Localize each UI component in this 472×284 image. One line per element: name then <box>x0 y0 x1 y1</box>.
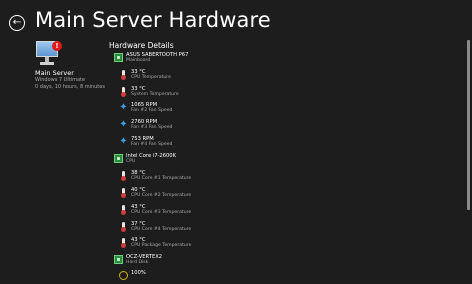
server-uptime: 0 days, 10 hours, 8 minutes <box>35 84 105 90</box>
server-name: Main Server <box>35 69 74 77</box>
server-os: Windows 7 Ultimate <box>35 77 86 83</box>
thermometer-icon <box>119 222 128 232</box>
thermometer-icon <box>119 171 128 181</box>
list-item: OCZ-VERTEX2 Hard Disk <box>114 254 162 268</box>
load-gauge-icon <box>119 271 128 280</box>
server-card[interactable]: ! Main Server Windows 7 Ultimate 0 days,… <box>35 41 105 91</box>
thermometer-icon <box>119 70 128 80</box>
list-item: Intel Core i7-2600K CPU <box>114 153 176 167</box>
thermometer-icon <box>119 238 128 248</box>
thermometer-icon <box>119 205 128 215</box>
back-button[interactable]: ← <box>9 15 25 31</box>
list-item: ASUS SABERTOOTH P67 Mainboard <box>114 52 188 66</box>
list-item: ✦ 753 RPM Fan #4 Fan Speed <box>119 136 173 147</box>
vertical-scrollbar[interactable] <box>467 40 470 210</box>
list-item: 33 °C CPU Temperature <box>119 69 171 83</box>
fan-icon: ✦ <box>119 102 128 113</box>
hard-disk-icon <box>114 255 123 264</box>
page-title: Main Server Hardware <box>35 8 271 32</box>
arrow-left-icon: ← <box>12 17 22 28</box>
mainboard-icon <box>114 53 123 62</box>
list-item: ✦ 1065 RPM Fan #2 Fan Speed <box>119 102 173 113</box>
hardware-details-title: Hardware Details <box>109 41 174 50</box>
alert-badge: ! <box>52 41 62 51</box>
list-item: 40 °C CPU Core #2 Temperature <box>119 187 191 201</box>
list-item: 33 °C System Temperature <box>119 86 179 100</box>
list-item: 38 °C CPU Core #1 Temperature <box>119 170 191 184</box>
list-item: 43 °C CPU Core #3 Temperature <box>119 204 191 218</box>
fan-icon: ✦ <box>119 136 128 147</box>
thermometer-icon <box>119 87 128 97</box>
cpu-icon <box>114 154 123 163</box>
list-item: 43 °C CPU Package Temperature <box>119 237 191 251</box>
thermometer-icon <box>119 188 128 198</box>
fan-icon: ✦ <box>119 119 128 130</box>
monitor-icon: ! <box>36 41 62 67</box>
list-item: ✦ 2760 RPM Fan #3 Fan Speed <box>119 119 173 130</box>
list-item: 100% <box>119 270 146 284</box>
list-item: 37 °C CPU Core #4 Temperature <box>119 221 191 235</box>
